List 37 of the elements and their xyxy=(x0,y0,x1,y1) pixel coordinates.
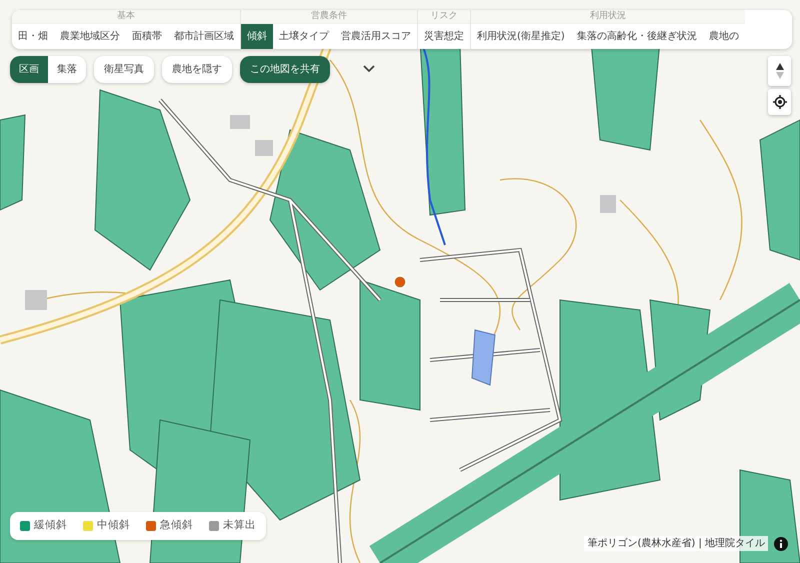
layer-tab[interactable]: 農地の xyxy=(702,24,745,49)
compass-icon xyxy=(774,62,784,80)
building xyxy=(600,195,616,213)
legend-label: 未算出 xyxy=(223,518,256,533)
view-toggle-option[interactable]: 集落 xyxy=(48,56,86,83)
info-icon[interactable] xyxy=(774,537,788,551)
group-heading: リスク xyxy=(418,10,470,24)
locate-button[interactable] xyxy=(768,89,791,115)
group-heading: 利用状況 xyxy=(471,10,745,24)
layer-tab[interactable]: 災害想定 xyxy=(418,24,470,49)
locate-icon xyxy=(772,95,786,109)
legend-label: 急傾斜 xyxy=(160,518,193,533)
layer-tab[interactable]: 面積帯 xyxy=(126,24,168,49)
layer-tab[interactable]: 農業地域区分 xyxy=(54,24,126,49)
map-option-button[interactable]: 衛星写真 xyxy=(94,56,154,83)
building xyxy=(255,140,273,156)
compass-button[interactable] xyxy=(768,56,791,86)
legend-label: 緩傾斜 xyxy=(34,518,67,533)
layer-tab[interactable]: 都市計画区域 xyxy=(168,24,240,49)
building xyxy=(230,115,250,129)
layer-tab[interactable]: 営農活用スコア xyxy=(335,24,417,49)
parcel-marker xyxy=(393,275,407,289)
group-heading: 基本 xyxy=(12,10,240,24)
building xyxy=(25,290,47,310)
attribution-text: 筆ポリゴン(農林水産省) | 地理院タイル xyxy=(584,536,768,551)
view-toggle-option[interactable]: 区画 xyxy=(10,56,48,83)
share-button[interactable]: この地図を共有 xyxy=(240,56,330,83)
legend-label: 中傾斜 xyxy=(97,518,130,533)
chevron-down-icon[interactable] xyxy=(362,64,376,74)
map-option-button[interactable]: 農地を隠す xyxy=(162,56,232,83)
layer-tab[interactable]: 傾斜 xyxy=(241,24,273,49)
layer-tab[interactable]: 利用状況(衛星推定) xyxy=(471,24,571,49)
layer-tab[interactable]: 田・畑 xyxy=(12,24,54,49)
group-heading: 営農条件 xyxy=(241,10,417,24)
layer-tab[interactable]: 集落の高齢化・後継ぎ状況 xyxy=(570,24,703,49)
layer-tab[interactable]: 土壌タイプ xyxy=(273,24,335,49)
pond xyxy=(471,329,496,386)
